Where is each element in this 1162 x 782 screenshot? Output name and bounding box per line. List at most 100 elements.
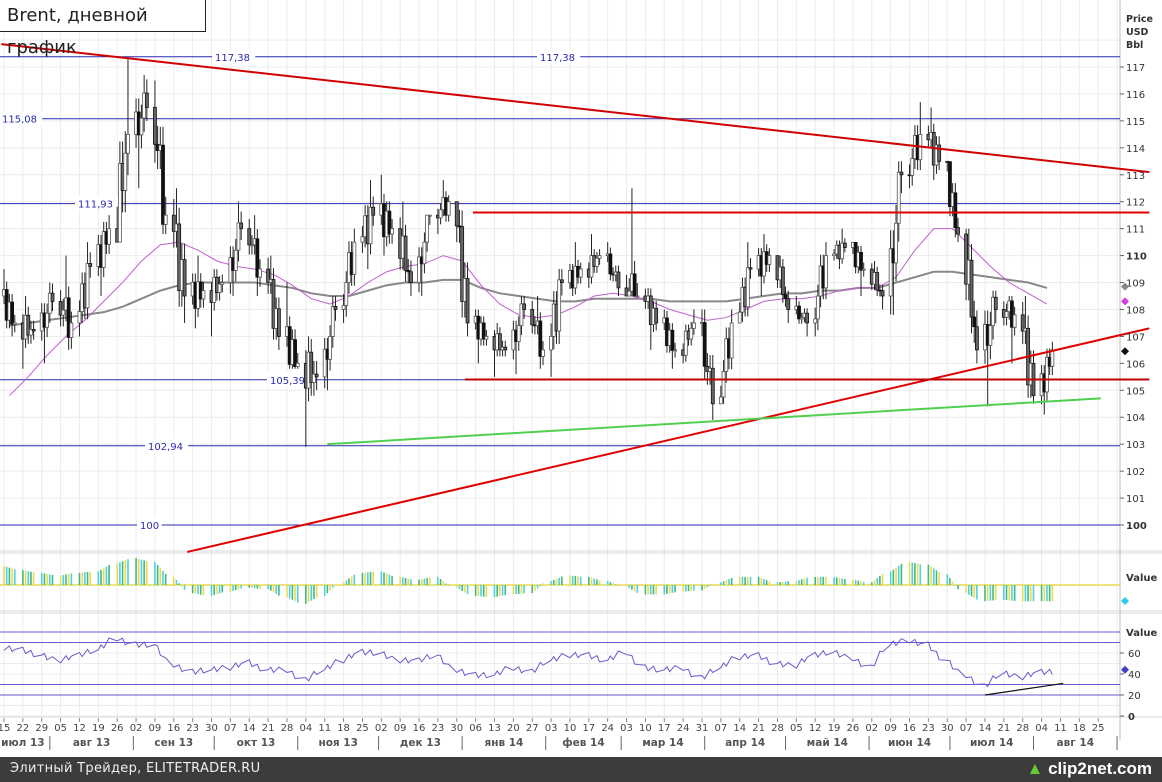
candle-up	[516, 325, 521, 342]
rsi-tick-label: 60	[1128, 649, 1141, 660]
candle-down	[409, 271, 413, 283]
candle-up	[745, 267, 750, 308]
candle-up	[767, 255, 772, 265]
candle-down	[780, 266, 785, 296]
candle-down	[880, 290, 885, 297]
candle-up	[422, 241, 427, 265]
week-label: 30	[941, 723, 954, 734]
price-tick-label: 115	[1126, 117, 1145, 128]
candle-down	[293, 339, 297, 367]
candle-up	[595, 257, 599, 267]
candle-up	[427, 214, 432, 217]
month-label: май 14	[807, 737, 848, 749]
candle-down	[314, 373, 319, 378]
clip2net-logo[interactable]: ▲ clip2net.com	[1027, 759, 1152, 779]
candle-up	[1004, 311, 1009, 318]
candle-down	[786, 298, 791, 310]
oscillator-axis-title: Value	[1126, 573, 1157, 584]
footer-bar: Элитный Трейдер, ELITETRADER.RU ▲ clip2n…	[0, 757, 1162, 782]
month-label: янв 14	[484, 737, 523, 749]
month-label: ноя 13	[318, 737, 357, 749]
week-label: 15	[0, 723, 10, 734]
week-label: 14	[243, 723, 256, 734]
candle-up	[446, 201, 451, 216]
week-label: 04	[1035, 723, 1048, 734]
price-axis-title: USD	[1126, 27, 1149, 38]
week-label: 09	[394, 723, 407, 734]
week-label: 06	[469, 723, 482, 734]
candle-up	[258, 268, 262, 278]
candle-up	[107, 228, 112, 245]
week-label: 28	[1016, 723, 1029, 734]
month-label: сен 13	[154, 737, 193, 749]
week-label: 18	[337, 723, 350, 734]
candle-up	[390, 228, 394, 235]
week-label: 09	[149, 723, 162, 734]
candle-down	[805, 312, 810, 324]
rsi-axis-title: Value	[1126, 628, 1157, 639]
candle-up	[217, 283, 222, 293]
candle-up	[549, 336, 553, 351]
price-tick-label: 114	[1126, 144, 1145, 155]
candle-up	[220, 282, 225, 285]
candle-down	[465, 278, 470, 324]
candle-up	[689, 327, 694, 340]
price-tick-label: 112	[1126, 198, 1145, 209]
week-label: 02	[865, 723, 878, 734]
price-tick-label: 117	[1126, 63, 1145, 74]
level-label: 117,38	[215, 53, 250, 64]
week-label: 03	[545, 723, 558, 734]
candle-down	[842, 242, 847, 248]
candle-down	[969, 259, 974, 318]
week-label: 24	[677, 723, 690, 734]
candle-up	[438, 209, 443, 219]
candle-down	[937, 144, 942, 162]
week-label: 25	[1092, 723, 1105, 734]
week-label: 07	[224, 723, 237, 734]
week-label: 16	[413, 723, 426, 734]
week-label: 25	[356, 723, 369, 734]
candle-up	[729, 322, 734, 359]
price-tick-label: 104	[1126, 413, 1145, 424]
price-tick-label: 102	[1126, 467, 1145, 478]
candle-up	[85, 263, 90, 309]
week-label: 12	[73, 723, 86, 734]
rsi-line	[3, 637, 1053, 688]
candle-up	[328, 336, 332, 360]
grid	[0, 0, 1120, 717]
month-label: июн 14	[888, 737, 931, 749]
week-label: 13	[488, 723, 501, 734]
week-label: 29	[35, 723, 48, 734]
candle-up	[233, 249, 238, 271]
candle-up	[77, 311, 82, 324]
candle-down	[974, 326, 979, 351]
week-label: 05	[790, 723, 803, 734]
week-label: 14	[979, 723, 992, 734]
week-label: 21	[262, 723, 275, 734]
week-label: 21	[752, 723, 765, 734]
month-label: фев 14	[562, 737, 604, 749]
candle-up	[718, 396, 723, 405]
candle-down	[522, 303, 527, 310]
week-label: 02	[130, 723, 143, 734]
candle-down	[503, 346, 508, 351]
candle-down	[875, 272, 880, 291]
week-label: 11	[1054, 723, 1067, 734]
candle-up	[341, 305, 346, 310]
week-label: 04	[299, 723, 312, 734]
candle-up	[1012, 314, 1017, 328]
candle-down	[10, 301, 14, 325]
oscillator-bars	[3, 558, 1054, 604]
month-label: авг 13	[73, 737, 110, 749]
chart-title: Brent, дневной график	[0, 0, 206, 58]
month-label: дек 13	[400, 737, 441, 749]
week-label: 23	[432, 723, 445, 734]
week-label: 23	[922, 723, 935, 734]
candle-down	[797, 305, 801, 320]
price-tick-label: 109	[1126, 279, 1145, 290]
week-label: 11	[318, 723, 331, 734]
rsi-tick-label: 0	[1128, 712, 1135, 723]
price-tick-label: 106	[1126, 359, 1145, 370]
logo-text: clip2net.com	[1048, 759, 1152, 778]
month-label: мар 14	[642, 737, 683, 749]
